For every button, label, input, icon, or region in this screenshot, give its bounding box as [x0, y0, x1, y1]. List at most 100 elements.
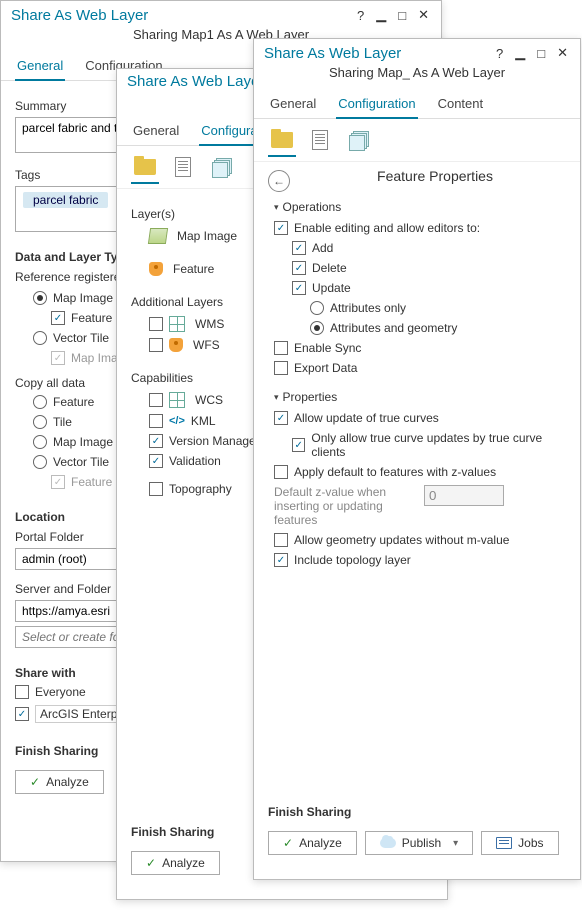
jobs-icon: [496, 837, 512, 849]
radio-icon: [33, 415, 47, 429]
check-only-true-curve-clients[interactable]: Only allow true curve updates by true cu…: [274, 428, 566, 462]
radio-icon: [33, 435, 47, 449]
checkbox-icon: [149, 317, 163, 331]
titlebar: Share As Web Layer ? ▁ □ ✕: [254, 39, 580, 63]
check-export-data[interactable]: Export Data: [274, 358, 566, 378]
checkbox-icon: [274, 411, 288, 425]
back-button[interactable]: ←: [268, 170, 290, 192]
check-icon: ✓: [146, 856, 156, 870]
radio-icon: [33, 291, 47, 305]
analyze-button[interactable]: ✓Analyze: [268, 831, 357, 855]
minimize-icon[interactable]: ▁: [511, 43, 529, 63]
checkbox-icon: [292, 261, 306, 275]
cloud-icon: [380, 838, 396, 848]
maximize-icon[interactable]: □: [533, 44, 549, 63]
checkbox-icon: [274, 341, 288, 355]
chevron-down-icon: ▾: [274, 202, 279, 213]
folder-icon[interactable]: [268, 129, 296, 157]
z-value-input[interactable]: [424, 485, 504, 506]
check-enable-sync[interactable]: Enable Sync: [274, 338, 566, 358]
layer-icon-row: [254, 119, 580, 162]
check-allow-m-value[interactable]: Allow geometry updates without m-value: [274, 530, 566, 550]
jobs-button[interactable]: Jobs: [481, 831, 558, 855]
checkbox-icon: [292, 438, 305, 452]
tab-configuration[interactable]: Configuration: [336, 92, 417, 119]
check-update[interactable]: Update: [274, 278, 566, 298]
checkbox-icon: [15, 707, 29, 721]
window-controls: ? ▁ □ ✕: [492, 43, 572, 63]
maximize-icon[interactable]: □: [394, 6, 410, 25]
operations-header[interactable]: ▾Operations: [274, 196, 566, 218]
stack-icon[interactable]: [207, 156, 235, 184]
tab-general[interactable]: General: [268, 92, 318, 118]
dialog-title: Share As Web Layer: [11, 7, 148, 24]
window-controls: ? ▁ □ ✕: [353, 5, 433, 25]
tab-bar: General Configuration Content: [254, 88, 580, 119]
check-enable-editing[interactable]: Enable editing and allow editors to:: [274, 218, 566, 238]
z-value-label: Default z-value when inserting or updati…: [274, 485, 414, 527]
wfs-icon: [169, 338, 183, 352]
dialog-title: Share As Web Layer: [264, 45, 401, 62]
check-true-curves[interactable]: Allow update of true curves: [274, 408, 566, 428]
tab-general[interactable]: General: [131, 119, 181, 145]
check-apply-z-default[interactable]: Apply default to features with z-values: [274, 462, 566, 482]
analyze-button[interactable]: ✓Analyze: [15, 770, 104, 794]
minimize-icon[interactable]: ▁: [372, 5, 390, 25]
checkbox-icon: [274, 221, 288, 235]
map-image-icon: [148, 228, 168, 244]
checkbox-icon: [149, 338, 163, 352]
checkbox-icon: [51, 351, 65, 365]
titlebar: Share As Web Layer ? ▁ □ ✕: [1, 1, 441, 25]
checkbox-icon: [149, 482, 163, 496]
section-finish-sharing: Finish Sharing: [268, 795, 566, 821]
folder-icon[interactable]: [131, 156, 159, 184]
wms-icon: [169, 316, 185, 332]
radio-attributes-geometry[interactable]: Attributes and geometry: [274, 318, 566, 338]
checkbox-icon: [149, 393, 163, 407]
document-icon[interactable]: [169, 156, 197, 184]
feature-icon: [149, 262, 163, 276]
checkbox-icon: [292, 241, 306, 255]
checkbox-icon: [149, 454, 163, 468]
chevron-down-icon: ▾: [274, 392, 279, 403]
radio-icon: [310, 321, 324, 335]
radio-icon: [33, 455, 47, 469]
close-icon[interactable]: ✕: [553, 43, 572, 63]
checkbox-icon: [149, 414, 163, 428]
tab-content[interactable]: Content: [436, 92, 486, 118]
checkbox-icon: [15, 685, 29, 699]
close-icon[interactable]: ✕: [414, 5, 433, 25]
checkbox-icon: [51, 475, 65, 489]
kml-icon: </>: [169, 415, 185, 427]
radio-icon: [310, 301, 324, 315]
check-add[interactable]: Add: [274, 238, 566, 258]
checkbox-icon: [51, 311, 65, 325]
publish-button[interactable]: Publish▾: [365, 831, 473, 855]
check-icon: ✓: [283, 836, 293, 850]
dialog-subtitle: Sharing Map_ As A Web Layer: [254, 63, 580, 88]
check-icon: ✓: [30, 775, 40, 789]
chevron-down-icon: ▾: [453, 838, 458, 849]
feature-properties-title: Feature Properties: [290, 162, 580, 196]
checkbox-icon: [274, 361, 288, 375]
properties-header[interactable]: ▾Properties: [274, 386, 566, 408]
wcs-icon: [169, 392, 185, 408]
analyze-button[interactable]: ✓Analyze: [131, 851, 220, 875]
tag-chip[interactable]: parcel fabric: [23, 192, 108, 208]
checkbox-icon: [292, 281, 306, 295]
share-web-layer-dialog-feature-props: Share As Web Layer ? ▁ □ ✕ Sharing Map_ …: [253, 38, 581, 880]
check-include-topology[interactable]: Include topology layer: [274, 550, 566, 570]
tab-general[interactable]: General: [15, 54, 65, 81]
check-delete[interactable]: Delete: [274, 258, 566, 278]
checkbox-icon: [274, 465, 288, 479]
dialog-title: Share As Web Layer: [127, 73, 264, 90]
stack-icon[interactable]: [344, 129, 372, 157]
radio-attributes-only[interactable]: Attributes only: [274, 298, 566, 318]
checkbox-icon: [274, 533, 288, 547]
document-icon[interactable]: [306, 129, 334, 157]
arrow-left-icon: ←: [273, 174, 285, 188]
radio-icon: [33, 395, 47, 409]
help-icon[interactable]: ?: [492, 44, 507, 63]
radio-icon: [33, 331, 47, 345]
help-icon[interactable]: ?: [353, 6, 368, 25]
